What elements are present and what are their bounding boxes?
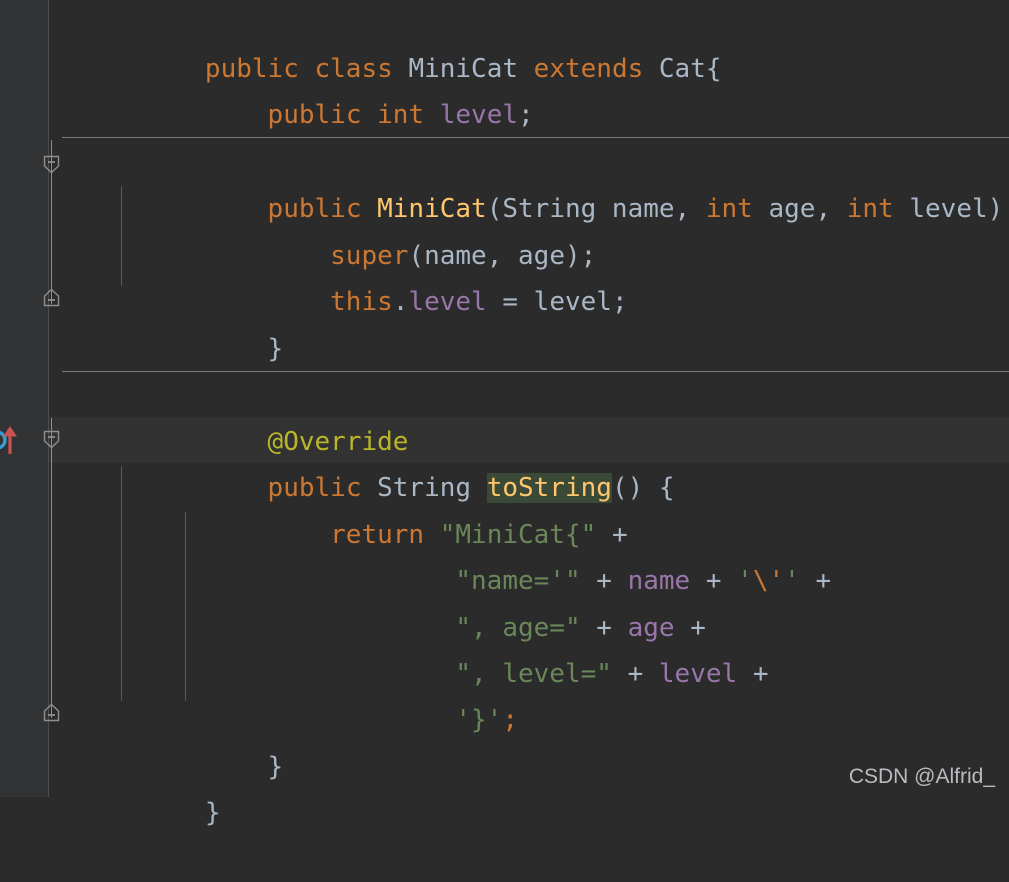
csdn-watermark: CSDN @Alfrid_: [848, 765, 995, 788]
token-semicolon: ;: [518, 100, 534, 130]
token-char-quote: ': [737, 566, 753, 596]
fold-collapse-start-constructor[interactable]: [42, 155, 61, 174]
token-superclass-name: Cat: [658, 54, 706, 84]
token-parameter: name,: [596, 194, 706, 224]
code-line[interactable]: public class MiniCat extends Cat{: [111, 0, 722, 84]
code-line[interactable]: public int level;: [111, 46, 534, 130]
code-line[interactable]: public MiniCat(String name, int age, int…: [111, 140, 1009, 224]
token-parameter: age,: [752, 194, 847, 224]
token-brace: }: [204, 798, 221, 828]
token-assignment: = level;: [486, 287, 628, 317]
code-line[interactable]: "name='" + name + '\'' +: [111, 512, 831, 596]
token-operator: +: [705, 566, 722, 596]
token-escape-sequence: \': [752, 566, 785, 596]
token-keyword: int: [377, 100, 425, 130]
editor-gutter[interactable]: [0, 0, 48, 797]
token-brace: {: [705, 54, 722, 84]
token-brace: ) {: [987, 194, 1004, 224]
fold-collapse-end-tostring[interactable]: [42, 703, 61, 722]
token-keyword: int: [846, 194, 894, 224]
token-operator: +: [627, 659, 644, 689]
token-brace: }: [267, 334, 284, 364]
method-separator-tostring: [62, 371, 1009, 372]
indent-guide-string-continuation: [185, 512, 186, 701]
token-keyword: public: [267, 100, 362, 130]
token-char-literal: '}': [455, 705, 503, 735]
token-keyword: extends: [533, 54, 644, 84]
code-line[interactable]: super(name, age);: [111, 187, 596, 271]
code-line[interactable]: return "MiniCat{" +: [111, 466, 627, 550]
code-line[interactable]: ", level=" + level +: [111, 605, 768, 689]
fold-collapse-end-constructor[interactable]: [42, 288, 61, 307]
token-operator: +: [815, 566, 832, 596]
code-line[interactable]: '}';: [111, 651, 518, 735]
token-field: level: [658, 659, 738, 689]
token-operator: +: [752, 659, 769, 689]
code-line[interactable]: ", age=" + age +: [111, 559, 705, 643]
fold-collapse-start-tostring[interactable]: [42, 430, 61, 449]
token-field: level: [408, 287, 487, 317]
method-separator-constructor: [62, 137, 1009, 138]
overriding-method-icon[interactable]: [0, 424, 21, 460]
token-brace: }: [267, 752, 284, 782]
token-keyword: int: [705, 194, 753, 224]
indent-guide-constructor-body: [121, 186, 122, 286]
fold-spine-tostring: [51, 418, 52, 718]
token-dot: .: [392, 287, 409, 317]
token-field: level: [439, 100, 519, 130]
code-editor[interactable]: public class MiniCat extends Cat{ public…: [0, 0, 1009, 828]
code-line[interactable]: }: [111, 280, 284, 364]
indent-guide-tostring-body: [121, 466, 122, 701]
code-line[interactable]: }: [111, 744, 221, 828]
token-parameter: level: [893, 194, 988, 224]
gutter-border: [48, 0, 49, 797]
code-line[interactable]: this.level = level;: [111, 233, 627, 317]
token-semicolon: ;: [502, 705, 518, 735]
code-line[interactable]: @Override: [111, 373, 409, 457]
code-line[interactable]: }: [111, 698, 284, 782]
code-line[interactable]: public String toString() {: [111, 419, 675, 503]
code-text-area[interactable]: public class MiniCat extends Cat{ public…: [49, 0, 1009, 828]
token-char-quote: ': [784, 566, 800, 596]
token-keyword: this: [330, 287, 393, 317]
